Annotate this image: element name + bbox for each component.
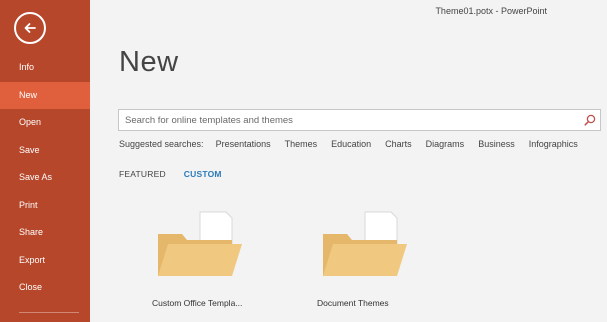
folder-tile-label: Document Themes — [317, 298, 389, 308]
page-title: New — [119, 46, 179, 78]
backstage-nav: Info New Open Save Save As Print Share E… — [0, 54, 90, 302]
nav-item-export[interactable]: Export — [0, 247, 90, 275]
search-box — [118, 109, 601, 131]
folder-tile-custom-office-templates[interactable]: Custom Office Templa... — [152, 210, 272, 310]
suggested-link-themes[interactable]: Themes — [285, 139, 318, 149]
folder-icon — [158, 211, 242, 276]
suggested-link-diagrams[interactable]: Diagrams — [426, 139, 465, 149]
nav-item-share[interactable]: Share — [0, 219, 90, 247]
search-icon[interactable] — [584, 114, 596, 126]
template-tabs: FEATURED CUSTOM — [119, 169, 240, 179]
nav-item-open[interactable]: Open — [0, 109, 90, 137]
nav-item-new[interactable]: New — [0, 81, 90, 109]
folder-icon — [323, 211, 407, 276]
back-button[interactable] — [14, 12, 46, 44]
suggested-searches-label: Suggested searches: — [119, 139, 204, 149]
nav-item-save[interactable]: Save — [0, 137, 90, 165]
suggested-link-infographics[interactable]: Infographics — [529, 139, 578, 149]
window-title: Theme01.potx - PowerPoint — [435, 6, 547, 16]
suggested-searches: Suggested searches: Presentations Themes… — [119, 139, 592, 149]
suggested-link-education[interactable]: Education — [331, 139, 371, 149]
nav-item-close[interactable]: Close — [0, 274, 90, 302]
nav-divider — [19, 312, 79, 313]
tab-custom[interactable]: CUSTOM — [184, 169, 222, 179]
suggested-link-charts[interactable]: Charts — [385, 139, 412, 149]
tab-featured[interactable]: FEATURED — [119, 169, 166, 179]
search-input[interactable] — [119, 110, 579, 130]
backstage-sidebar: Info New Open Save Save As Print Share E… — [0, 0, 90, 322]
suggested-link-presentations[interactable]: Presentations — [216, 139, 271, 149]
suggested-link-business[interactable]: Business — [478, 139, 515, 149]
folder-tile-label: Custom Office Templa... — [152, 298, 243, 308]
nav-item-save-as[interactable]: Save As — [0, 164, 90, 192]
nav-item-info[interactable]: Info — [0, 54, 90, 82]
nav-item-print[interactable]: Print — [0, 192, 90, 220]
folder-tile-document-themes[interactable]: Document Themes — [317, 210, 437, 310]
back-arrow-icon — [24, 23, 36, 33]
